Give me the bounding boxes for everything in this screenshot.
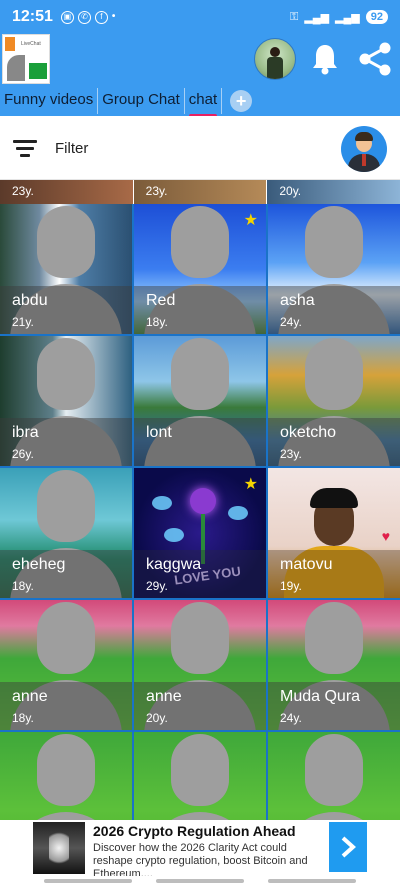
user-card[interactable] (0, 732, 132, 820)
strip-age[interactable]: 23y. (0, 180, 134, 204)
whatsapp-icon: ✆ (77, 10, 91, 24)
profile-avatar[interactable] (254, 38, 296, 80)
key-icon: ⚿ (289, 10, 299, 23)
user-name: anne (146, 688, 182, 705)
user-card[interactable]: ♥ matovu 19y. (268, 468, 400, 598)
share-icon[interactable] (356, 40, 394, 78)
avatar-placeholder-icon (37, 338, 95, 410)
avatar-placeholder-icon (37, 206, 95, 278)
avatar-placeholder-icon (305, 734, 363, 806)
facebook-icon: f (94, 10, 108, 24)
notification-icons: ▣ ✆ f • (60, 10, 116, 24)
status-time: 12:51 (12, 8, 53, 25)
strip-age[interactable]: 20y. (267, 180, 400, 204)
user-age: 18y. (12, 711, 34, 725)
tab-bar: Funny videos Group Chat chat + (0, 86, 253, 118)
user-card[interactable]: lont (134, 336, 266, 466)
avatar-placeholder-icon (305, 206, 363, 278)
previous-row-strip: 23y. 23y. 20y. (0, 180, 400, 204)
tab-funny-videos[interactable]: Funny videos (0, 88, 99, 114)
user-name: matovu (280, 556, 333, 573)
user-card[interactable]: ★ Red 18y. (134, 204, 266, 334)
user-card[interactable]: eheheg 18y. (0, 468, 132, 598)
ad-image[interactable] (33, 822, 85, 874)
avatar-placeholder-icon (305, 338, 363, 410)
filter-icon[interactable] (13, 140, 37, 158)
plus-icon[interactable]: + (230, 90, 253, 112)
user-card[interactable]: oketcho 23y. (268, 336, 400, 466)
heart-icon: ♥ (381, 528, 390, 544)
user-age: 20y. (146, 711, 168, 725)
user-name: Muda Qura (280, 688, 361, 705)
user-name: asha (280, 292, 315, 309)
user-card[interactable] (134, 732, 266, 820)
signal-icon-2: ▂▄▆ (335, 11, 360, 24)
user-account-icon[interactable] (341, 126, 387, 172)
bell-icon[interactable] (310, 42, 340, 76)
avatar-placeholder-icon (37, 602, 95, 674)
battery-level: 92 (365, 10, 388, 24)
user-name: Red (146, 292, 176, 309)
user-card[interactable]: abdu 21y. (0, 204, 132, 334)
filter-bar: Filter (0, 116, 400, 180)
user-age: 26y. (12, 447, 34, 461)
user-age: 18y. (146, 315, 168, 329)
avatar-placeholder-icon (171, 734, 229, 806)
user-card[interactable]: anne 18y. (0, 600, 132, 730)
user-card[interactable]: anne 20y. (134, 600, 266, 730)
ad-title[interactable]: 2026 Crypto Regulation Ahead (93, 823, 296, 839)
strip-age[interactable]: 23y. (133, 180, 268, 204)
system-nav-bar (0, 876, 400, 889)
tab-chat[interactable]: chat (185, 88, 223, 118)
nav-handle[interactable] (44, 879, 132, 883)
user-card[interactable]: LOVE YOU ★ kaggwa 29y. (134, 468, 266, 598)
nav-handle[interactable] (156, 879, 244, 883)
nav-handle[interactable] (268, 879, 356, 883)
screenshot-icon: ▣ (60, 10, 74, 24)
user-age: 21y. (12, 315, 34, 329)
user-grid: 23y. 23y. 20y. abdu 21y. ★ Red 18y. asha… (0, 180, 400, 820)
user-age: 29y. (146, 579, 168, 593)
status-bar: 12:51 ▣ ✆ f • ⚿ ▂▄▆ ▂▄▆ 92 (0, 0, 400, 34)
user-card[interactable]: ibra 26y. (0, 336, 132, 466)
user-age: 24y. (280, 711, 302, 725)
user-age: 19y. (280, 579, 302, 593)
user-name: anne (12, 688, 48, 705)
user-name: oketcho (280, 424, 337, 441)
butterfly-image (190, 488, 216, 514)
user-name: eheheg (12, 556, 66, 573)
user-age: 18y. (12, 579, 34, 593)
user-card[interactable]: Muda Qura 24y. (268, 600, 400, 730)
app-logo[interactable]: LiveChat (2, 34, 50, 84)
star-icon: ★ (243, 476, 258, 493)
filter-label[interactable]: Filter (55, 140, 88, 157)
avatar-placeholder-icon (171, 602, 229, 674)
user-age: 23y. (280, 447, 302, 461)
user-card[interactable]: asha 24y. (268, 204, 400, 334)
avatar-placeholder-icon (171, 338, 229, 410)
system-icons: ⚿ ▂▄▆ ▂▄▆ 92 (290, 10, 388, 24)
chevron-right-icon (341, 836, 356, 858)
user-name: lont (146, 424, 172, 441)
tab-group-chat[interactable]: Group Chat (98, 88, 185, 114)
user-name: abdu (12, 292, 48, 309)
user-name: ibra (12, 424, 39, 441)
user-name: kaggwa (146, 556, 202, 573)
user-card[interactable] (268, 732, 400, 820)
user-age: 24y. (280, 315, 302, 329)
more-notifications-icon: • (111, 10, 116, 22)
avatar-placeholder-icon (171, 206, 229, 278)
app-header: LiveChat Funny videos Group Chat chat + (0, 34, 400, 118)
avatar-placeholder-icon (305, 602, 363, 674)
avatar-placeholder-icon (37, 470, 95, 542)
star-icon: ★ (243, 212, 258, 229)
avatar-placeholder-icon (37, 734, 95, 806)
ad-open-button[interactable] (329, 822, 367, 872)
ad-banner[interactable]: 2026 Crypto Regulation Ahead Discover ho… (0, 820, 400, 880)
signal-icon: ▂▄▆ (304, 11, 330, 24)
